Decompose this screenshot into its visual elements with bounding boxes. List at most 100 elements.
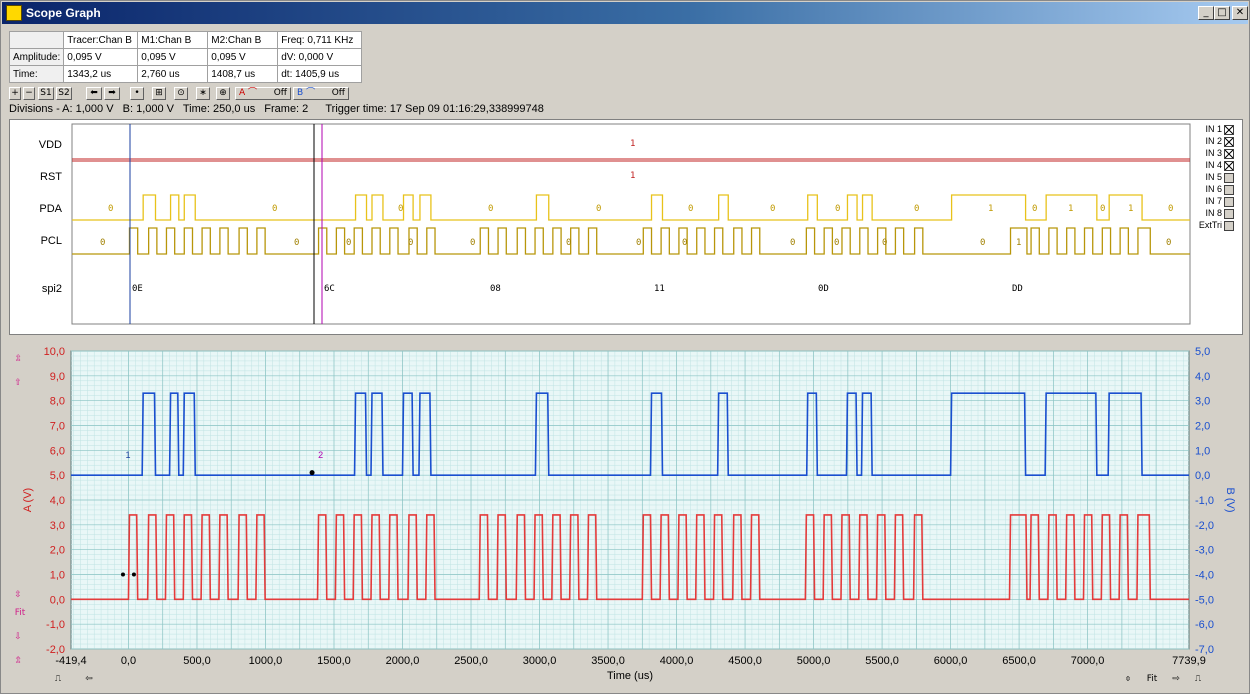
channel-a-label: A xyxy=(239,88,246,98)
input-label: IN 3 xyxy=(1205,148,1222,158)
title-bar[interactable]: Scope Graph _ □ ✕ xyxy=(2,2,1248,24)
scope-window: Scope Graph _ □ ✕ Tracer:Chan B M1:Chan … xyxy=(0,0,1250,694)
pcl-value-label: 0 xyxy=(682,238,687,248)
measure-button[interactable]: ⊕ xyxy=(216,87,230,100)
x-tick-label: 7739,9 xyxy=(1172,655,1206,667)
input-label: ExtTri xyxy=(1198,220,1222,230)
input-checkbox[interactable] xyxy=(1224,209,1234,219)
input-checkbox[interactable] xyxy=(1224,173,1234,183)
channel-a-wave-icon: ⌒ xyxy=(248,88,258,98)
spi-byte-label: 6C xyxy=(324,284,335,294)
left-tool-button[interactable]: ⇧ xyxy=(11,377,25,391)
back-icon[interactable]: ⇦ xyxy=(81,673,97,687)
y-tick-right: -2,0 xyxy=(1195,520,1214,532)
pda-value-label: 0 xyxy=(398,204,403,214)
channel-b-toggle[interactable]: B ⌒ Off xyxy=(293,87,349,100)
pda-value-label: 1 xyxy=(988,204,993,214)
minimize-button[interactable]: _ xyxy=(1198,6,1214,20)
pulse-icon[interactable]: ⎍ xyxy=(49,673,67,687)
marker-dot[interactable] xyxy=(120,572,125,577)
cursor-button[interactable]: ∗ xyxy=(196,87,210,100)
pda-value-label: 0 xyxy=(1032,204,1037,214)
close-button[interactable]: ✕ xyxy=(1232,6,1248,20)
rst-value: 1 xyxy=(630,171,635,181)
zoom-in-button[interactable]: + xyxy=(9,87,21,100)
marker-button[interactable]: • xyxy=(130,87,144,100)
input-checkbox[interactable] xyxy=(1224,149,1234,159)
scope-plot[interactable]: 10,09,08,07,06,05,04,03,02,01,00,0-1,0-2… xyxy=(9,341,1243,687)
zoom-out-button[interactable]: − xyxy=(23,87,35,100)
pcl-value-label: 0 xyxy=(100,238,105,248)
input-checkbox[interactable] xyxy=(1224,137,1234,147)
forward-icon[interactable]: ⇨ xyxy=(1169,673,1183,687)
y-tick-right: -1,0 xyxy=(1195,495,1214,507)
input-checkbox[interactable] xyxy=(1224,161,1234,171)
channel-b-wave-icon: ⌒ xyxy=(306,88,316,98)
y-tick-right: -6,0 xyxy=(1195,619,1214,631)
pcl-value-label: 1 xyxy=(1016,238,1021,248)
x-tick-label: -419,4 xyxy=(55,655,86,667)
pda-value-label: 0 xyxy=(770,204,775,214)
y-tick-right: 2,0 xyxy=(1195,421,1210,433)
input-checkbox[interactable] xyxy=(1224,185,1234,195)
bottom-fit-button[interactable]: Fit xyxy=(1143,673,1161,687)
y-tick-right: 1,0 xyxy=(1195,445,1210,457)
spi-byte-label: 0E xyxy=(132,284,143,294)
tracer-dot[interactable] xyxy=(309,470,315,476)
x-tick-label: 7000,0 xyxy=(1071,655,1105,667)
pcl-value-label: 0 xyxy=(408,238,413,248)
x-tick-label: 2500,0 xyxy=(454,655,488,667)
spi-byte-label: 11 xyxy=(654,284,665,294)
logic-trace-area[interactable]: VDDRSTPDAPCLspi2110 0 0 0 0 0 0 0 0 1 0 1 0 1 00 0 0 0 0 0 0… xyxy=(10,120,1242,334)
x-tick-label: 3500,0 xyxy=(591,655,625,667)
bottom-pulse-icon[interactable]: ⎍ xyxy=(1191,673,1205,687)
left-tool-button[interactable]: ⇳ xyxy=(11,589,25,603)
y-tick-left: 8,0 xyxy=(50,396,65,408)
x-tick-label: 4000,0 xyxy=(660,655,694,667)
amp-m1: 0,095 V xyxy=(137,48,209,66)
channel-label-rst: RST xyxy=(40,171,62,183)
input-checkbox[interactable] xyxy=(1224,125,1234,135)
row-label: Time: xyxy=(8,65,65,83)
oscilloscope-panel: 10,0 9,0 8,0 7,0 6,0 5,0 4,0 3,0 2,0 1,0 0,0 -1,0 -2… xyxy=(9,341,1243,687)
left-tool-button[interactable]: ⇬ xyxy=(11,655,25,669)
pda-value-label: 0 xyxy=(596,204,601,214)
s2-button[interactable]: S2 xyxy=(56,87,72,100)
marker-dot[interactable] xyxy=(131,572,136,577)
input-checkbox[interactable] xyxy=(1224,221,1234,231)
left-tool-button[interactable]: ⇫ xyxy=(11,353,25,367)
time-tracer: 1343,2 us xyxy=(63,65,139,83)
marker-label-1[interactable]: 1 xyxy=(125,450,130,460)
input-label: IN 7 xyxy=(1205,196,1222,206)
scroll-right-button[interactable]: ➡ xyxy=(104,87,120,100)
probe-button[interactable]: ⊙ xyxy=(174,87,188,100)
x-tick-label: 0,0 xyxy=(121,655,136,667)
amp-m2: 0,095 V xyxy=(207,48,279,66)
x-tick-label: 4500,0 xyxy=(728,655,762,667)
channel-b-state: Off xyxy=(331,88,345,98)
y-tick-right: 4,0 xyxy=(1195,371,1210,383)
scroll-left-button[interactable]: ⬅ xyxy=(86,87,102,100)
maximize-button[interactable]: □ xyxy=(1214,6,1230,20)
info-line: Divisions - A: 1,000 V B: 1,000 V Time: … xyxy=(9,103,550,115)
y-tick-left: 0,0 xyxy=(50,594,65,606)
left-tool-button[interactable]: ⇩ xyxy=(11,631,25,645)
measurement-table: Tracer:Chan B M1:Chan B M2:Chan B Freq: … xyxy=(8,31,363,83)
x-tick-label: 6500,0 xyxy=(1002,655,1036,667)
pda-value-label: 0 xyxy=(108,204,113,214)
x-tick-label: 1000,0 xyxy=(249,655,283,667)
left-fit-button[interactable]: Fit xyxy=(11,607,29,621)
y-tick-right: -5,0 xyxy=(1195,594,1214,606)
y-tick-left: 5,0 xyxy=(50,470,65,482)
time-m2: 1408,7 us xyxy=(207,65,279,83)
channel-a-toggle[interactable]: A ⌒ Off xyxy=(235,87,291,100)
y-tick-right: 0,0 xyxy=(1195,470,1210,482)
pda-value-label: 0 xyxy=(272,204,277,214)
marker-label-2[interactable]: 2 xyxy=(318,450,323,460)
input-checkbox[interactable] xyxy=(1224,197,1234,207)
channel-label-pcl: PCL xyxy=(41,235,62,247)
time-dt: dt: 1405,9 us xyxy=(277,65,363,83)
grid-button[interactable]: ⊞ xyxy=(152,87,166,100)
s1-button[interactable]: S1 xyxy=(38,87,54,100)
bottom-zoom-icon[interactable]: ⌽ xyxy=(1121,673,1135,687)
